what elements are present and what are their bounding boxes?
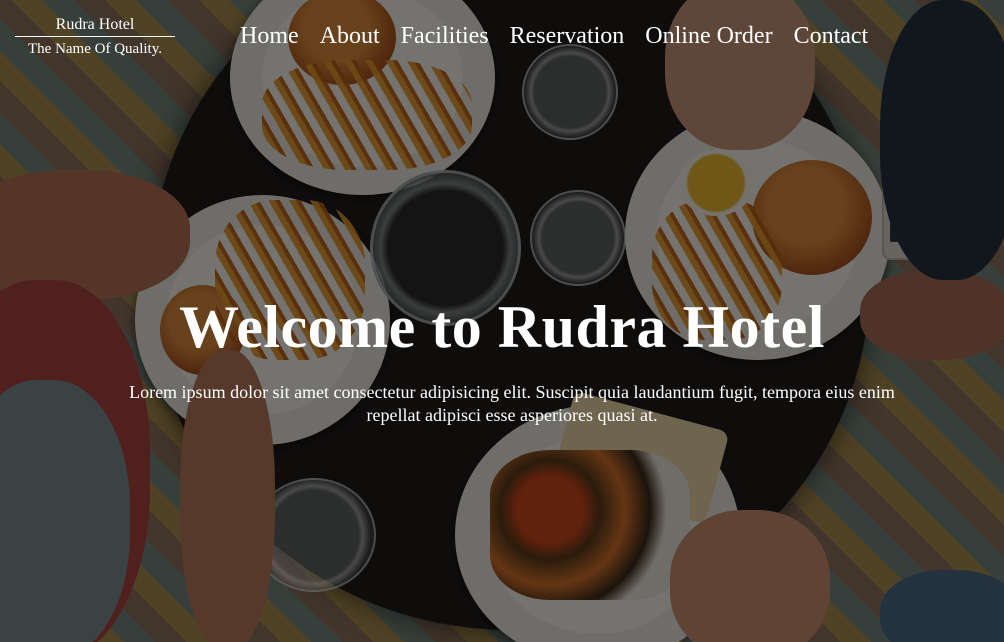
main-nav: Home About Facilities Reservation Online… xyxy=(240,20,868,52)
logo-tagline: The Name Of Quality. xyxy=(28,41,162,57)
logo-divider xyxy=(15,36,175,37)
hero-title: Welcome to Rudra Hotel xyxy=(179,294,825,360)
nav-contact[interactable]: Contact xyxy=(794,20,869,52)
nav-facilities[interactable]: Facilities xyxy=(401,20,489,52)
nav-home[interactable]: Home xyxy=(240,20,299,52)
nav-online-order[interactable]: Online Order xyxy=(645,20,772,52)
nav-about[interactable]: About xyxy=(320,20,380,52)
site-logo[interactable]: Rudra Hotel The Name Of Quality. xyxy=(15,15,175,59)
logo-name: Rudra Hotel xyxy=(55,16,135,33)
nav-reservation[interactable]: Reservation xyxy=(510,20,625,52)
hero-description: Lorem ipsum dolor sit amet consectetur a… xyxy=(129,382,895,425)
